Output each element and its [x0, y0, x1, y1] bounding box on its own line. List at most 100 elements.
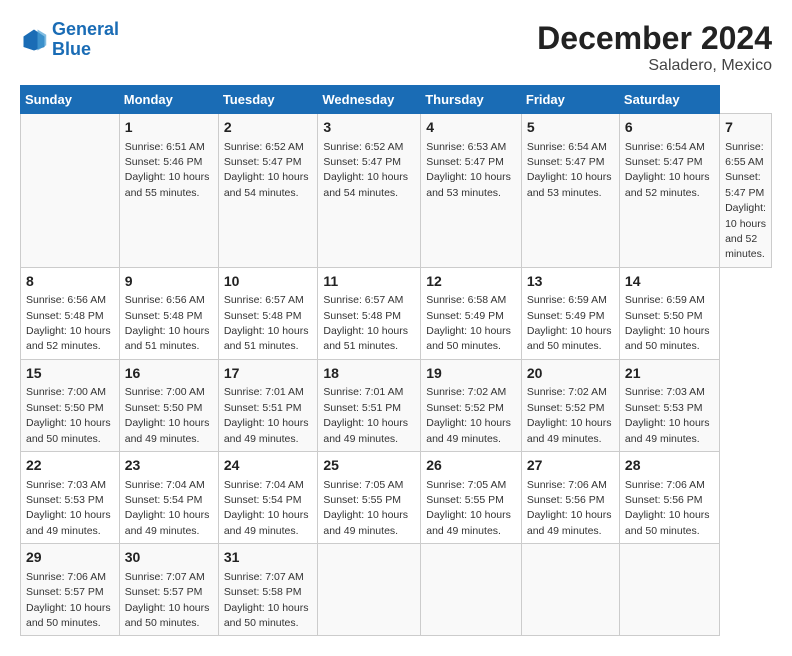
calendar-cell: 31 Sunrise: 7:07 AMSunset: 5:58 PMDaylig… [218, 544, 318, 636]
calendar-cell [318, 544, 421, 636]
day-number: 26 [426, 456, 516, 476]
day-number: 30 [125, 548, 213, 568]
calendar-cell: 3 Sunrise: 6:52 AMSunset: 5:47 PMDayligh… [318, 114, 421, 268]
logo-general: General [52, 19, 119, 39]
day-info: Sunrise: 6:59 AMSunset: 5:49 PMDaylight:… [527, 294, 612, 352]
day-number: 10 [224, 272, 313, 292]
day-number: 14 [625, 272, 714, 292]
calendar-cell: 7 Sunrise: 6:55 AMSunset: 5:47 PMDayligh… [720, 114, 772, 268]
calendar-week-row: 8 Sunrise: 6:56 AMSunset: 5:48 PMDayligh… [21, 267, 772, 359]
day-number: 6 [625, 118, 714, 138]
title-block: December 2024 Saladero, Mexico [537, 20, 772, 75]
day-info: Sunrise: 6:52 AMSunset: 5:47 PMDaylight:… [323, 141, 408, 199]
day-number: 23 [125, 456, 213, 476]
day-info: Sunrise: 6:55 AMSunset: 5:47 PMDaylight:… [725, 141, 766, 261]
day-number: 7 [725, 118, 766, 138]
header-thursday: Thursday [421, 86, 522, 114]
calendar-cell: 8 Sunrise: 6:56 AMSunset: 5:48 PMDayligh… [21, 267, 120, 359]
calendar-cell: 27 Sunrise: 7:06 AMSunset: 5:56 PMDaylig… [521, 452, 619, 544]
day-number: 17 [224, 364, 313, 384]
logo: General Blue [20, 20, 119, 60]
day-info: Sunrise: 6:57 AMSunset: 5:48 PMDaylight:… [323, 294, 408, 352]
calendar-week-row: 22 Sunrise: 7:03 AMSunset: 5:53 PMDaylig… [21, 452, 772, 544]
day-number: 2 [224, 118, 313, 138]
calendar-table: SundayMondayTuesdayWednesdayThursdayFrid… [20, 85, 772, 636]
logo-blue: Blue [52, 39, 91, 59]
calendar-cell: 16 Sunrise: 7:00 AMSunset: 5:50 PMDaylig… [119, 359, 218, 451]
day-info: Sunrise: 6:51 AMSunset: 5:46 PMDaylight:… [125, 141, 210, 199]
calendar-cell: 6 Sunrise: 6:54 AMSunset: 5:47 PMDayligh… [619, 114, 719, 268]
calendar-cell [619, 544, 719, 636]
calendar-cell: 10 Sunrise: 6:57 AMSunset: 5:48 PMDaylig… [218, 267, 318, 359]
day-number: 29 [26, 548, 114, 568]
calendar-week-row: 29 Sunrise: 7:06 AMSunset: 5:57 PMDaylig… [21, 544, 772, 636]
day-info: Sunrise: 7:02 AMSunset: 5:52 PMDaylight:… [426, 386, 511, 444]
calendar-cell: 21 Sunrise: 7:03 AMSunset: 5:53 PMDaylig… [619, 359, 719, 451]
page-header: General Blue December 2024 Saladero, Mex… [20, 20, 772, 75]
day-number: 19 [426, 364, 516, 384]
calendar-cell: 23 Sunrise: 7:04 AMSunset: 5:54 PMDaylig… [119, 452, 218, 544]
calendar-cell [521, 544, 619, 636]
day-info: Sunrise: 6:57 AMSunset: 5:48 PMDaylight:… [224, 294, 309, 352]
header-sunday: Sunday [21, 86, 120, 114]
day-number: 9 [125, 272, 213, 292]
day-info: Sunrise: 7:05 AMSunset: 5:55 PMDaylight:… [426, 479, 511, 537]
day-info: Sunrise: 6:56 AMSunset: 5:48 PMDaylight:… [26, 294, 111, 352]
calendar-cell: 28 Sunrise: 7:06 AMSunset: 5:56 PMDaylig… [619, 452, 719, 544]
day-number: 3 [323, 118, 415, 138]
calendar-cell: 2 Sunrise: 6:52 AMSunset: 5:47 PMDayligh… [218, 114, 318, 268]
calendar-cell: 18 Sunrise: 7:01 AMSunset: 5:51 PMDaylig… [318, 359, 421, 451]
calendar-cell: 19 Sunrise: 7:02 AMSunset: 5:52 PMDaylig… [421, 359, 522, 451]
day-number: 15 [26, 364, 114, 384]
day-info: Sunrise: 6:56 AMSunset: 5:48 PMDaylight:… [125, 294, 210, 352]
calendar-cell: 4 Sunrise: 6:53 AMSunset: 5:47 PMDayligh… [421, 114, 522, 268]
day-info: Sunrise: 7:04 AMSunset: 5:54 PMDaylight:… [224, 479, 309, 537]
day-number: 16 [125, 364, 213, 384]
header-saturday: Saturday [619, 86, 719, 114]
calendar-cell: 11 Sunrise: 6:57 AMSunset: 5:48 PMDaylig… [318, 267, 421, 359]
day-number: 22 [26, 456, 114, 476]
day-number: 20 [527, 364, 614, 384]
day-info: Sunrise: 7:06 AMSunset: 5:56 PMDaylight:… [625, 479, 710, 537]
calendar-cell: 14 Sunrise: 6:59 AMSunset: 5:50 PMDaylig… [619, 267, 719, 359]
calendar-cell: 26 Sunrise: 7:05 AMSunset: 5:55 PMDaylig… [421, 452, 522, 544]
calendar-header-row: SundayMondayTuesdayWednesdayThursdayFrid… [21, 86, 772, 114]
calendar-cell: 1 Sunrise: 6:51 AMSunset: 5:46 PMDayligh… [119, 114, 218, 268]
header-tuesday: Tuesday [218, 86, 318, 114]
day-number: 18 [323, 364, 415, 384]
day-info: Sunrise: 7:07 AMSunset: 5:57 PMDaylight:… [125, 571, 210, 629]
calendar-week-row: 15 Sunrise: 7:00 AMSunset: 5:50 PMDaylig… [21, 359, 772, 451]
day-number: 21 [625, 364, 714, 384]
logo-icon [20, 26, 48, 54]
day-number: 11 [323, 272, 415, 292]
header-friday: Friday [521, 86, 619, 114]
day-info: Sunrise: 7:03 AMSunset: 5:53 PMDaylight:… [625, 386, 710, 444]
page-title: December 2024 [537, 20, 772, 57]
day-number: 31 [224, 548, 313, 568]
page-subtitle: Saladero, Mexico [537, 57, 772, 75]
calendar-cell: 30 Sunrise: 7:07 AMSunset: 5:57 PMDaylig… [119, 544, 218, 636]
day-info: Sunrise: 7:01 AMSunset: 5:51 PMDaylight:… [224, 386, 309, 444]
day-info: Sunrise: 7:00 AMSunset: 5:50 PMDaylight:… [125, 386, 210, 444]
day-info: Sunrise: 6:53 AMSunset: 5:47 PMDaylight:… [426, 141, 511, 199]
calendar-cell: 24 Sunrise: 7:04 AMSunset: 5:54 PMDaylig… [218, 452, 318, 544]
day-number: 5 [527, 118, 614, 138]
calendar-cell: 9 Sunrise: 6:56 AMSunset: 5:48 PMDayligh… [119, 267, 218, 359]
header-monday: Monday [119, 86, 218, 114]
day-number: 28 [625, 456, 714, 476]
day-number: 4 [426, 118, 516, 138]
day-number: 1 [125, 118, 213, 138]
day-info: Sunrise: 7:03 AMSunset: 5:53 PMDaylight:… [26, 479, 111, 537]
day-info: Sunrise: 6:52 AMSunset: 5:47 PMDaylight:… [224, 141, 309, 199]
day-info: Sunrise: 6:54 AMSunset: 5:47 PMDaylight:… [527, 141, 612, 199]
day-number: 24 [224, 456, 313, 476]
day-info: Sunrise: 7:04 AMSunset: 5:54 PMDaylight:… [125, 479, 210, 537]
calendar-cell: 12 Sunrise: 6:58 AMSunset: 5:49 PMDaylig… [421, 267, 522, 359]
day-info: Sunrise: 6:58 AMSunset: 5:49 PMDaylight:… [426, 294, 511, 352]
calendar-cell [421, 544, 522, 636]
day-number: 8 [26, 272, 114, 292]
day-number: 12 [426, 272, 516, 292]
calendar-cell: 25 Sunrise: 7:05 AMSunset: 5:55 PMDaylig… [318, 452, 421, 544]
calendar-cell: 29 Sunrise: 7:06 AMSunset: 5:57 PMDaylig… [21, 544, 120, 636]
calendar-cell: 17 Sunrise: 7:01 AMSunset: 5:51 PMDaylig… [218, 359, 318, 451]
